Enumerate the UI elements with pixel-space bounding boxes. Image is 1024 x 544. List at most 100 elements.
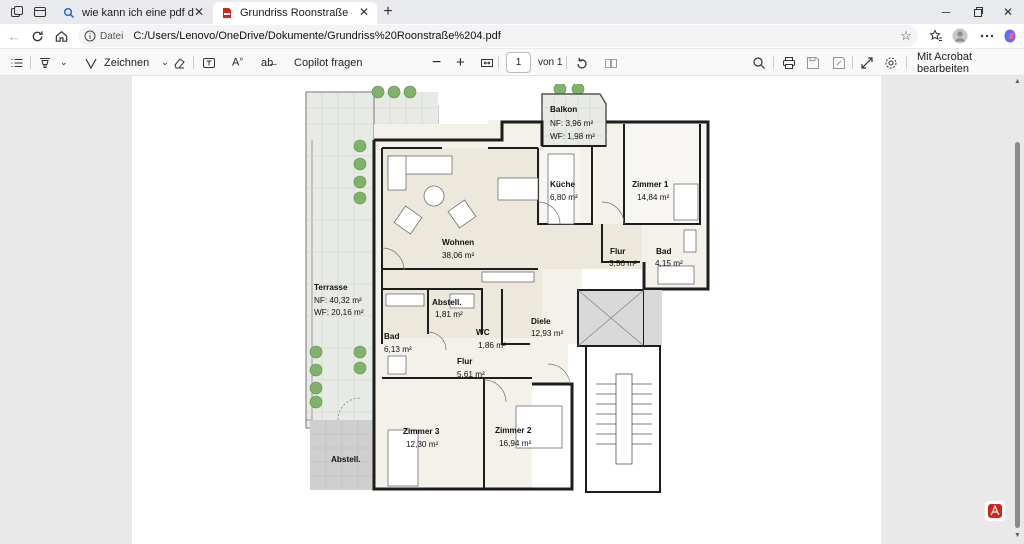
favorite-icon[interactable]: ☆ (898, 28, 914, 44)
two-page-icon (605, 58, 617, 68)
copilot-button[interactable]: Copilot fragen (294, 54, 363, 71)
divider (193, 56, 194, 69)
plus-icon: + (456, 54, 465, 71)
refresh-icon[interactable] (29, 28, 45, 44)
chevron-down-icon: ⌄ (60, 57, 68, 67)
draw-button[interactable]: Zeichnen ⌄ (84, 54, 169, 71)
fit-page-button[interactable] (480, 54, 494, 71)
save-as-icon (833, 56, 845, 69)
close-icon[interactable]: ✕ (192, 5, 206, 19)
save-button[interactable] (806, 54, 820, 71)
room-label: Zimmer 2 (495, 426, 532, 435)
close-window-icon[interactable]: ✕ (1000, 4, 1016, 20)
read-aloud-button[interactable]: A» (232, 54, 243, 71)
workspaces-icon[interactable] (9, 4, 25, 20)
room-label: Zimmer 1 (632, 180, 669, 189)
full-screen-button[interactable] (860, 54, 874, 71)
room-area: 6,80 m² (550, 193, 578, 202)
favorites-list-icon[interactable] (928, 28, 944, 44)
divider (30, 56, 31, 69)
settings-button[interactable] (884, 54, 898, 71)
tab-strip: wie kann ich eine pdf datei in wo ✕ Grun… (0, 0, 1024, 24)
divider (773, 56, 774, 69)
page-number-input[interactable]: 1 (506, 52, 531, 73)
room-label: Bad (656, 247, 671, 256)
highlighter-icon (38, 56, 52, 70)
minimize-icon[interactable]: ─ (938, 4, 954, 20)
room-area: 1,86 m² (478, 341, 506, 350)
scroll-up-icon[interactable]: ▲ (1014, 78, 1021, 85)
tab-search[interactable]: wie kann ich eine pdf datei in wo ✕ (55, 2, 212, 24)
divider (906, 56, 907, 69)
copilot-icon[interactable] (1002, 28, 1018, 44)
home-icon[interactable] (53, 28, 69, 44)
edit-with-acrobat-button[interactable]: Mit Acrobat bearbeiten (917, 51, 1024, 75)
translate-icon: ab̶ (261, 56, 274, 69)
close-icon[interactable]: ✕ (357, 5, 371, 19)
new-tab-button[interactable]: + (380, 3, 396, 21)
more-options-icon[interactable] (979, 28, 995, 44)
divider (852, 56, 853, 69)
pdf-page: Balkon NF: 3,96 m² WF: 1,98 m² Küche 6,8… (132, 76, 881, 544)
search-icon (753, 56, 765, 69)
room-label: Küche (550, 180, 575, 189)
two-page-button[interactable] (604, 54, 618, 71)
pen-icon (84, 56, 98, 70)
room-label: Abstell. (432, 298, 462, 307)
url-field[interactable]: Datei C:/Users/Lenovo/OneDrive/Dokumente… (78, 25, 918, 47)
document-area: Balkon NF: 3,96 m² WF: 1,98 m² Küche 6,8… (0, 76, 1024, 544)
print-icon (783, 56, 795, 69)
room-area: 5,61 m² (457, 370, 485, 379)
tab-actions-icon[interactable] (32, 4, 48, 20)
room-area: NF: 3,96 m² (550, 119, 593, 128)
rotate-icon (577, 57, 587, 68)
divider (498, 56, 499, 69)
eraser-button[interactable] (172, 54, 186, 71)
vertical-scrollbar[interactable]: ▲ ▼ (1012, 76, 1024, 544)
room-area: 4,15 m² (655, 259, 683, 268)
zoom-in-button[interactable]: + (456, 54, 465, 71)
room-label: Bad (384, 332, 399, 341)
highlight-button[interactable]: ⌄ (38, 54, 68, 71)
room-area: 1,81 m² (435, 310, 463, 319)
room-label: Diele (531, 317, 551, 326)
minus-icon: − (432, 53, 442, 71)
room-area: WF: 1,98 m² (550, 132, 595, 141)
gear-icon (885, 57, 897, 68)
rotate-button[interactable] (575, 54, 589, 71)
text-box-icon (203, 57, 215, 68)
floor-plan: Balkon NF: 3,96 m² WF: 1,98 m² Küche 6,8… (302, 84, 712, 493)
save-icon (807, 56, 819, 69)
expand-icon (861, 56, 873, 69)
info-icon[interactable] (84, 30, 96, 42)
chevron-down-icon: ⌄ (161, 57, 169, 67)
add-text-button[interactable] (202, 54, 216, 71)
save-as-button[interactable] (832, 54, 846, 71)
url-text: C:/Users/Lenovo/OneDrive/Dokumente/Grund… (133, 30, 501, 42)
back-icon[interactable]: ← (6, 28, 22, 44)
tab-label: wie kann ich eine pdf datei in wo (82, 7, 194, 19)
scroll-down-icon[interactable]: ▼ (1014, 532, 1021, 539)
room-label: Terrasse (314, 283, 348, 292)
room-label: Flur (457, 357, 473, 366)
draw-label: Zeichnen (104, 56, 150, 69)
room-area: 14,84 m² (637, 193, 670, 202)
avatar[interactable] (952, 28, 968, 44)
acrobat-label: Mit Acrobat bearbeiten (917, 50, 973, 75)
stairwell (577, 289, 662, 493)
search-button[interactable] (752, 54, 766, 71)
room-label: Balkon (550, 105, 577, 114)
tab-pdf[interactable]: Grundriss Roonstraße 4.pdf ✕ (213, 2, 377, 24)
zoom-out-button[interactable]: − (432, 54, 441, 71)
acrobat-button[interactable] (985, 501, 1005, 521)
room-label: Flur (610, 247, 626, 256)
contents-icon[interactable] (10, 54, 24, 71)
translate-button[interactable]: ab̶ (261, 54, 273, 71)
scroll-thumb[interactable] (1015, 142, 1020, 528)
room-label: Abstell. (331, 455, 361, 464)
print-button[interactable] (782, 54, 796, 71)
room-label: Zimmer 3 (403, 427, 440, 436)
restore-icon[interactable] (970, 4, 986, 20)
room-area: WF: 20,16 m² (314, 308, 364, 317)
fit-page-icon (481, 58, 493, 67)
